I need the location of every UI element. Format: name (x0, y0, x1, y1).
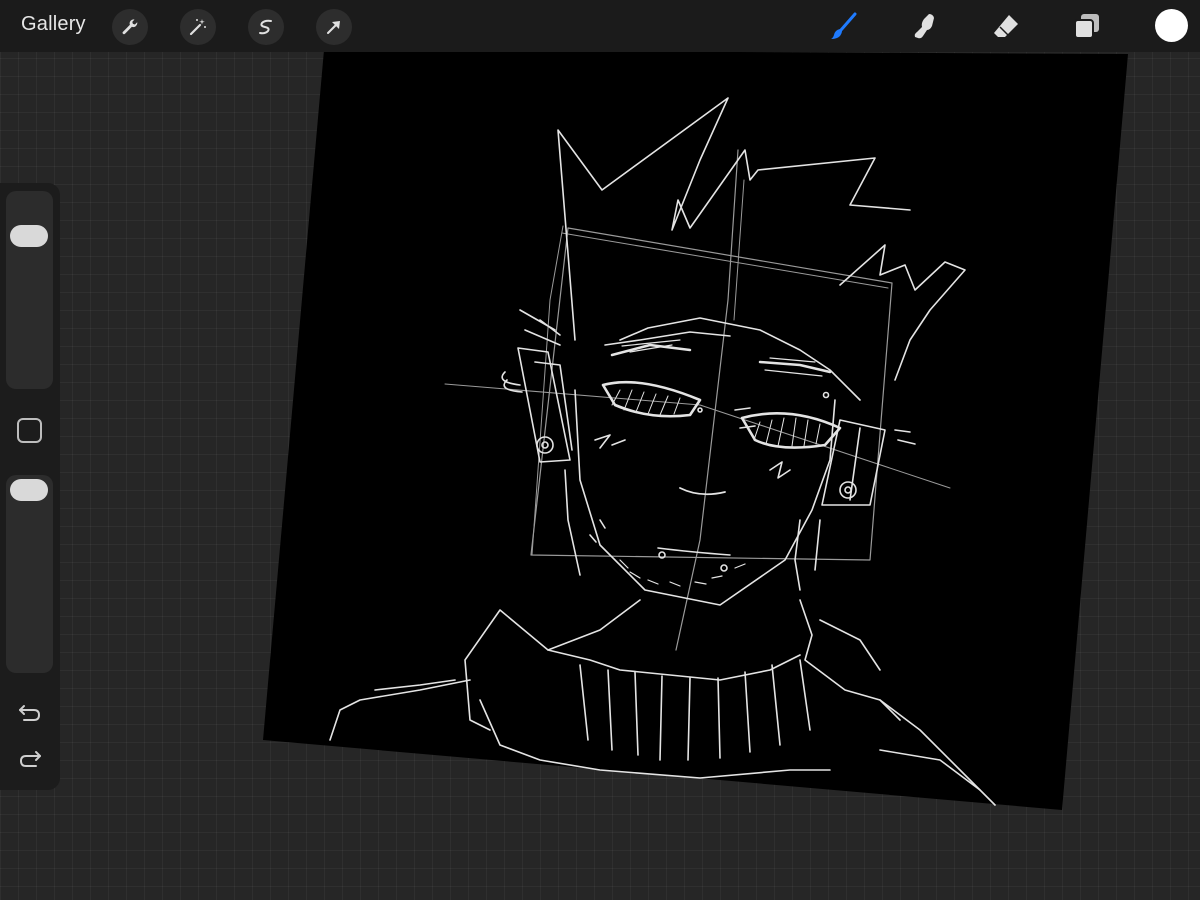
layers-tool[interactable] (1069, 8, 1105, 44)
sidebar (0, 183, 60, 790)
brush-size-thumb[interactable] (10, 225, 48, 248)
canvas-paper[interactable] (263, 50, 1128, 810)
brush-tool[interactable] (826, 8, 862, 44)
drawing-canvas[interactable] (0, 0, 1200, 900)
redo-button[interactable] (15, 747, 45, 773)
brush-size-slider[interactable] (6, 191, 53, 389)
redo-icon (19, 751, 41, 767)
smudge-tool[interactable] (907, 8, 943, 44)
selection-icon (259, 19, 272, 35)
selection-button[interactable] (248, 9, 284, 45)
adjustments-button[interactable] (180, 9, 216, 45)
eraser-tool[interactable] (988, 8, 1024, 44)
magic-wand-icon (189, 19, 206, 36)
transform-button[interactable] (316, 9, 352, 45)
modify-button[interactable] (17, 418, 42, 443)
opacity-thumb[interactable] (10, 479, 48, 501)
layers-icon (1074, 14, 1099, 39)
undo-button[interactable] (15, 699, 45, 725)
undo-icon (19, 705, 41, 721)
canvas-artwork[interactable] (0, 0, 1200, 900)
brush-icon (831, 12, 857, 39)
actions-button[interactable] (112, 9, 148, 45)
color-picker[interactable] (1155, 9, 1188, 42)
eraser-icon (994, 15, 1018, 37)
smudge-icon (914, 14, 934, 39)
opacity-slider[interactable] (6, 475, 53, 673)
gallery-button[interactable]: Gallery (21, 13, 86, 36)
wrench-icon (122, 19, 138, 35)
sketch-strokes (329, 97, 996, 806)
top-toolbar: Gallery (0, 0, 1200, 52)
transform-arrow-icon (327, 21, 340, 34)
